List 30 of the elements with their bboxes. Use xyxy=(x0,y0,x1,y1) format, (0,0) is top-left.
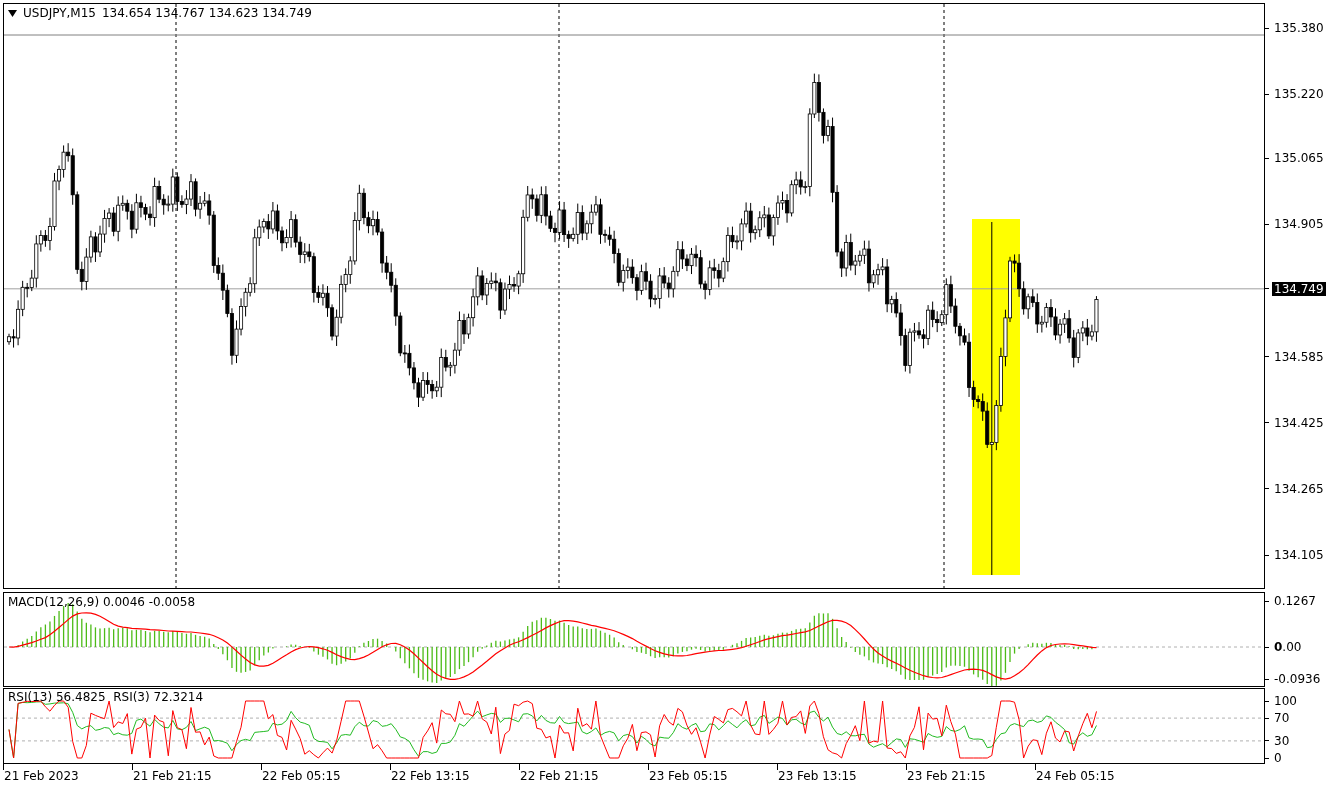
price-tick-label: 134.905 xyxy=(1273,217,1325,232)
price-tick-label: 135.065 xyxy=(1273,151,1325,166)
time-axis-label: 23 Feb 13:15 xyxy=(778,769,857,783)
price-tick-label: 134.425 xyxy=(1273,415,1325,430)
rsi-tick-label: 0 xyxy=(1273,751,1283,765)
price-tick-label: 135.220 xyxy=(1273,87,1325,102)
price-tick-label: 134.105 xyxy=(1273,548,1325,562)
price-tick-label: 134.265 xyxy=(1273,481,1325,496)
current-price-label: 134.749 xyxy=(1272,281,1326,296)
macd-tick-label: 0.00 xyxy=(1273,640,1303,654)
ohlc-values: 134.654 134.767 134.623 134.749 xyxy=(101,6,312,20)
symbol-label: USDJPY,M15 xyxy=(23,6,96,20)
rsi-tick-label: 100 xyxy=(1273,694,1298,708)
time-axis-label: 22 Feb 21:15 xyxy=(520,769,599,783)
price-tick-label: 134.585 xyxy=(1273,349,1325,364)
rsi-indicator-label: RSI(13) 56.4825 RSI(3) 72.3214 xyxy=(8,690,204,704)
macd-tick-label: 0.1267 xyxy=(1273,594,1317,608)
time-axis-label: 21 Feb 2023 xyxy=(4,769,79,783)
dropdown-triangle-icon[interactable] xyxy=(8,9,17,17)
time-axis-label: 23 Feb 21:15 xyxy=(907,769,986,783)
time-axis-label: 24 Feb 05:15 xyxy=(1036,769,1115,783)
time-axis-label: 23 Feb 05:15 xyxy=(649,769,728,783)
rsi-tick-label: 70 xyxy=(1273,711,1291,726)
time-axis-label: 21 Feb 21:15 xyxy=(133,769,212,783)
time-axis-label: 22 Feb 05:15 xyxy=(262,769,341,783)
macd-tick-label: -0.0936 xyxy=(1273,672,1322,686)
price-tick-label: 135.380 xyxy=(1273,21,1325,35)
time-axis-label: 22 Feb 13:15 xyxy=(391,769,470,783)
rsi-tick-label: 30 xyxy=(1273,733,1291,748)
macd-indicator-label: MACD(12,26,9) 0.0046 -0.0058 xyxy=(8,595,196,609)
